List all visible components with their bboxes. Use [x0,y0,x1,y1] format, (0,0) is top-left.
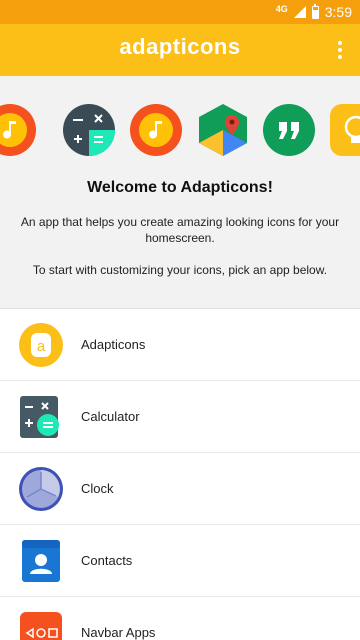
music-player-orange-icon[interactable] [0,103,37,157]
more-vert-icon[interactable] [332,38,348,62]
contacts-app-icon [18,538,64,584]
battery-icon [311,3,319,19]
adapticons-app-icon: a [18,322,64,368]
app-name: Clock [81,481,114,496]
welcome-title: Welcome to Adapticons! [87,179,273,196]
clock-app-icon [18,466,64,512]
app-bar: adapticons [0,24,360,76]
signal-icon [293,6,306,18]
welcome-description: An app that helps you create amazing loo… [20,215,340,245]
svg-text:a: a [37,338,46,355]
app-name: Calculator [81,409,140,424]
status-bar: 4G 3:59 [0,0,360,24]
maps-icon[interactable] [196,103,250,157]
hangouts-icon[interactable] [262,103,316,157]
app-name: Adapticons [81,337,146,352]
app-list: a Adapticons Calculator Clock Contacts N… [0,309,360,640]
list-item-clock[interactable]: Clock [0,453,360,525]
navbar-apps-icon [18,610,64,640]
network-type: 4G [275,3,288,14]
app-name: Navbar Apps [81,625,156,640]
calculator-icon[interactable] [62,103,116,157]
list-item-navbar-apps[interactable]: Navbar Apps [0,597,360,640]
lightbulb-icon[interactable] [329,103,360,157]
calculator-app-icon [18,394,64,440]
list-item-calculator[interactable]: Calculator [0,381,360,453]
welcome-header: Welcome to Adapticons! An app that helps… [0,76,360,309]
music-player-orange-icon[interactable] [129,103,183,157]
icon-carousel[interactable] [0,101,360,161]
app-title: adapticons [119,34,241,59]
list-item-contacts[interactable]: Contacts [0,525,360,597]
list-item-adapticons[interactable]: a Adapticons [0,309,360,381]
welcome-instruction: To start with customizing your icons, pi… [32,263,328,277]
status-time: 3:59 [324,4,352,20]
status-icons: 4G 3:59 [275,3,352,20]
app-name: Contacts [81,553,133,568]
